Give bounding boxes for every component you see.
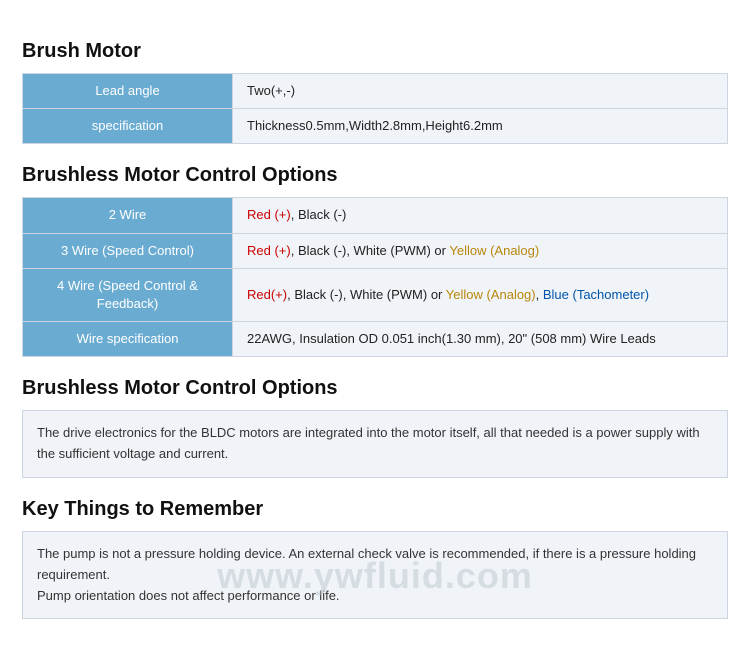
red-text: Red (+) — [247, 207, 291, 222]
brush-motor-table: Lead angle Two(+,-) specification Thickn… — [22, 73, 728, 144]
value-wire-spec: 22AWG, Insulation OD 0.051 inch(1.30 mm)… — [233, 322, 728, 357]
label-3wire: 3 Wire (Speed Control) — [23, 233, 233, 268]
key-things-box: The pump is not a pressure holding devic… — [22, 531, 728, 619]
key-things-title: Key Things to Remember — [22, 498, 728, 521]
table-row: Wire specification 22AWG, Insulation OD … — [23, 322, 728, 357]
table-row: 4 Wire (Speed Control & Feedback) Red(+)… — [23, 268, 728, 321]
brush-motor-title: Brush Motor — [22, 40, 728, 63]
table-row: 2 Wire Red (+), Black (-) — [23, 198, 728, 233]
brushless-desc-box: The drive electronics for the BLDC motor… — [22, 410, 728, 478]
key-things-line1: The pump is not a pressure holding devic… — [37, 544, 713, 586]
value-lead-angle: Two(+,-) — [233, 74, 728, 109]
table-row: specification Thickness0.5mm,Width2.8mm,… — [23, 109, 728, 144]
brushless-options-title: Brushless Motor Control Options — [22, 164, 728, 187]
table-row: Lead angle Two(+,-) — [23, 74, 728, 109]
black-text: Black (-) — [298, 207, 346, 222]
yellow-text2: Yellow (Analog) — [446, 287, 536, 302]
brushless-desc-title: Brushless Motor Control Options — [22, 377, 728, 400]
label-2wire: 2 Wire — [23, 198, 233, 233]
blue-text: Blue (Tachometer) — [543, 287, 649, 302]
value-specification: Thickness0.5mm,Width2.8mm,Height6.2mm — [233, 109, 728, 144]
red-text2: Red (+) — [247, 243, 291, 258]
brushless-options-table: 2 Wire Red (+), Black (-) 3 Wire (Speed … — [22, 197, 728, 357]
label-lead-angle: Lead angle — [23, 74, 233, 109]
value-3wire: Red (+), Black (-), White (PWM) or Yello… — [233, 233, 728, 268]
brushless-desc-text: The drive electronics for the BLDC motor… — [37, 423, 713, 465]
label-4wire: 4 Wire (Speed Control & Feedback) — [23, 268, 233, 321]
table-row: 3 Wire (Speed Control) Red (+), Black (-… — [23, 233, 728, 268]
label-wire-spec: Wire specification — [23, 322, 233, 357]
value-4wire: Red(+), Black (-), White (PWM) or Yellow… — [233, 268, 728, 321]
key-things-line2: Pump orientation does not affect perform… — [37, 586, 713, 607]
yellow-text: Yellow (Analog) — [449, 243, 539, 258]
value-2wire: Red (+), Black (-) — [233, 198, 728, 233]
label-specification: specification — [23, 109, 233, 144]
red-text3: Red(+) — [247, 287, 287, 302]
